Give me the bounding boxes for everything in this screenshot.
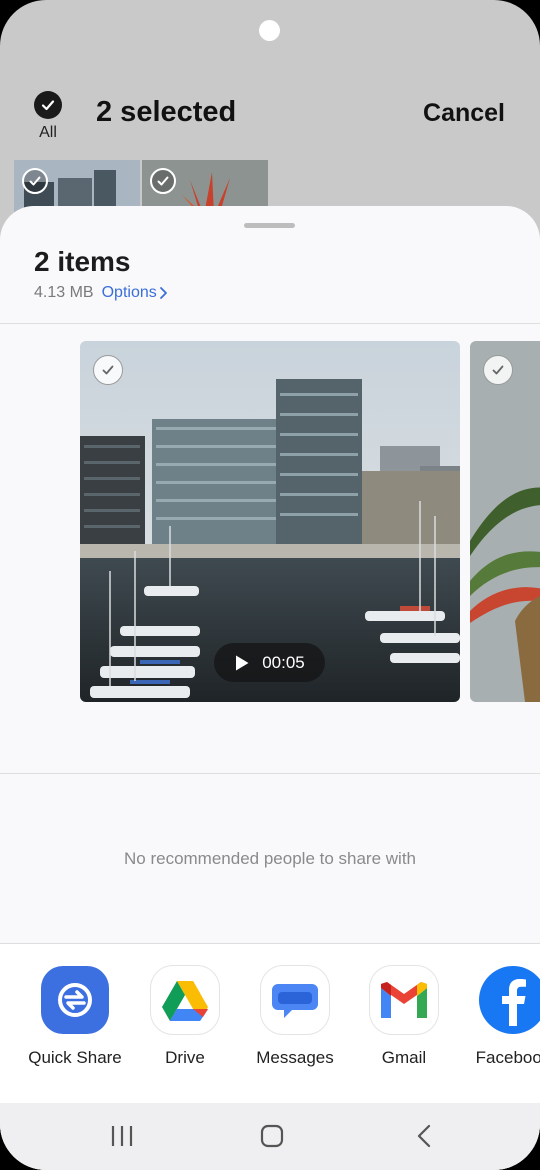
drive-icon bbox=[151, 966, 219, 1034]
items-count-title: 2 items bbox=[34, 246, 131, 277]
share-app-row: Quick Share Drive Messages Gmail Faceboo bbox=[0, 944, 540, 1104]
recents-icon[interactable] bbox=[108, 1123, 136, 1149]
divider bbox=[0, 773, 540, 774]
camera-cutout bbox=[259, 20, 280, 41]
cancel-button[interactable]: Cancel bbox=[423, 99, 505, 128]
selected-check-icon bbox=[22, 168, 48, 194]
unselected-check-icon[interactable] bbox=[93, 355, 123, 385]
app-messages[interactable]: Messages bbox=[240, 966, 350, 1068]
options-link[interactable]: Options bbox=[102, 284, 169, 302]
size-row: 4.13 MB Options bbox=[34, 284, 169, 302]
plant-photo bbox=[470, 341, 540, 702]
selection-count-title: 2 selected bbox=[96, 96, 237, 128]
unselected-check-icon[interactable] bbox=[483, 355, 513, 385]
chevron-right-icon bbox=[159, 287, 167, 299]
play-icon bbox=[236, 655, 249, 670]
app-facebook[interactable]: Facebook bbox=[458, 966, 540, 1068]
drag-handle[interactable] bbox=[244, 223, 295, 228]
back-icon[interactable] bbox=[412, 1123, 436, 1149]
check-all-icon bbox=[34, 91, 62, 119]
select-all-toggle[interactable]: All bbox=[30, 91, 66, 142]
app-quick-share[interactable]: Quick Share bbox=[20, 966, 130, 1068]
select-all-label: All bbox=[39, 124, 57, 141]
app-label: Gmail bbox=[381, 1048, 427, 1067]
home-icon[interactable] bbox=[259, 1123, 285, 1149]
app-drive[interactable]: Drive bbox=[130, 966, 240, 1068]
quick-share-icon bbox=[41, 966, 109, 1034]
options-label: Options bbox=[101, 284, 157, 301]
screen: All 2 selected Cancel 2 items 4.13 MB Op… bbox=[0, 0, 540, 1170]
video-play-badge[interactable]: 00:05 bbox=[214, 643, 325, 682]
total-size: 4.13 MB bbox=[34, 284, 94, 301]
navigation-bar bbox=[0, 1103, 540, 1170]
gmail-icon bbox=[370, 966, 438, 1034]
photo-preview[interactable] bbox=[470, 341, 540, 702]
app-gmail[interactable]: Gmail bbox=[349, 966, 459, 1068]
selected-check-icon bbox=[150, 168, 176, 194]
facebook-icon bbox=[479, 966, 540, 1034]
video-duration: 00:05 bbox=[262, 652, 305, 672]
app-label: Drive bbox=[165, 1048, 205, 1067]
divider bbox=[0, 323, 540, 324]
video-preview[interactable]: 00:05 bbox=[80, 341, 460, 702]
share-sheet: 2 items 4.13 MB Options 00:05 No recomme… bbox=[0, 206, 540, 1170]
messages-icon bbox=[261, 966, 329, 1034]
app-label: Facebook bbox=[475, 1048, 540, 1067]
app-label: Messages bbox=[256, 1048, 334, 1067]
no-recommendation-text: No recommended people to share with bbox=[124, 849, 416, 868]
app-label: Quick Share bbox=[28, 1048, 122, 1067]
